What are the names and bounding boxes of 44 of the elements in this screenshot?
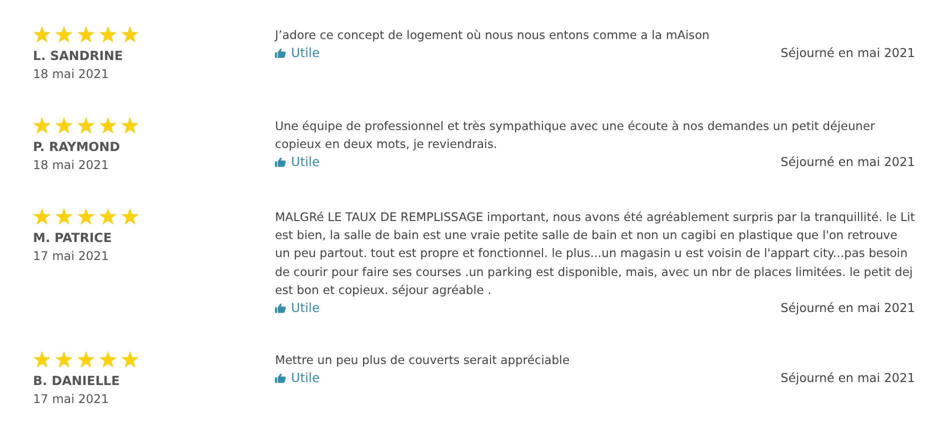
stay-date: Séjourné en mai 2021 <box>780 154 915 172</box>
star-icon <box>77 208 95 225</box>
reviewer-name: P. RAYMOND <box>33 138 122 156</box>
star-icon <box>99 26 117 43</box>
review-date: 18 mai 2021 <box>33 66 110 83</box>
helpful-button[interactable]: Utile <box>275 153 320 172</box>
star-icon <box>121 117 139 134</box>
reviewer-name: M. PATRICE <box>33 229 113 247</box>
stay-date: Séjourné en mai 2021 <box>780 45 915 62</box>
star-icon <box>99 117 117 134</box>
star-icon <box>121 208 139 225</box>
star-icon <box>33 117 51 134</box>
star-icon <box>121 26 139 43</box>
star-icon <box>121 351 139 368</box>
star-icon <box>99 208 117 225</box>
star-icon <box>33 208 51 225</box>
star-icon <box>55 117 73 134</box>
review-date: 18 mai 2021 <box>33 157 110 174</box>
thumbs-up-icon <box>275 373 286 384</box>
review-text: J’adore ce concept de logement où nous nous entons comme a la mAison <box>275 27 711 44</box>
star-icon <box>77 351 95 368</box>
review-date: 17 mai 2021 <box>33 391 110 408</box>
helpful-button[interactable]: Utile <box>275 369 320 388</box>
reviewer-name: B. DANIELLE <box>33 372 121 390</box>
star-icon <box>77 117 95 134</box>
reviewer-name: L. SANDRINE <box>33 47 124 65</box>
review-date: 17 mai 2021 <box>33 248 110 265</box>
star-icon <box>55 351 73 368</box>
stay-date: Séjourné en mai 2021 <box>780 370 915 388</box>
star-icon <box>33 26 51 43</box>
review-text: Une équipe de professionnel et très sympathique avec une écoute à nos demandes un petit déjeuner copieux en deux mots, je reviendrais. <box>275 118 876 154</box>
helpful-button[interactable]: Utile <box>275 44 320 62</box>
stay-date: Séjourné en mai 2021 <box>780 300 915 318</box>
star-icon <box>55 208 73 225</box>
thumbs-up-icon <box>275 48 286 58</box>
thumbs-up-icon <box>275 157 286 168</box>
review-text: MALGRé LE TAUX DE REMPLISSAGE important, nous avons été agréablement surpris par la tranquillité. le Lit est bien, la salle de bain est une vraie petite salle de bain et non un cagibi en plastique que l'on retrouve un peu partout. tout est propre et fonctionnel. le plus...un magasin u est voisin de l'appart city...pas besoin de courir pour faire ses courses .un parking est disponible, mais, avec un nbr de places limitées. le petit dej est bon et copieux. séjour agréable . <box>275 209 915 299</box>
star-icon <box>33 351 51 368</box>
star-icon <box>99 351 117 368</box>
helpful-button[interactable]: Utile <box>275 299 320 318</box>
star-icon <box>77 26 95 43</box>
review-text: Mettre un peu plus de couverts serait appréciable <box>275 352 571 370</box>
star-icon <box>55 26 73 43</box>
thumbs-up-icon <box>275 303 286 314</box>
